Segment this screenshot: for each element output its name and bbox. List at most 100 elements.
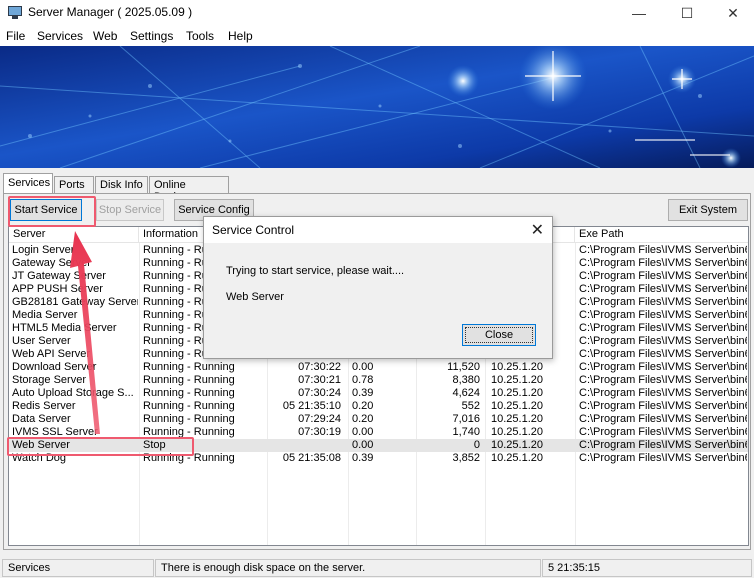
- cell-memory: 3,852: [452, 452, 480, 464]
- close-window-button[interactable]: ✕: [710, 0, 754, 26]
- cell-cpu: 0.00: [352, 439, 374, 451]
- cell-cpu: 0.20: [352, 413, 374, 425]
- cell-server: HTML5 Media Server: [12, 322, 117, 334]
- menu-bar: File Services Web Settings Tools Help: [0, 26, 754, 46]
- header-banner: [0, 46, 754, 168]
- web-server-row-highlight: [7, 437, 194, 456]
- cell-server: JT Gateway Server: [12, 270, 106, 282]
- menu-help[interactable]: Help: [228, 29, 253, 43]
- table-row[interactable]: Data Server Running - Running 07:29:24 0.20…: [9, 413, 748, 426]
- cell-information: Running - Running: [143, 374, 235, 386]
- cell-exe-path: C:\Program Files\IVMS Server\bin64: [579, 309, 747, 321]
- cell-exe-path: C:\Program Files\IVMS Server\bin64: [579, 439, 747, 451]
- status-section: Services: [2, 559, 154, 577]
- cell-ip: 10.25.1.20: [491, 426, 543, 438]
- exit-system-button[interactable]: Exit System: [668, 199, 748, 221]
- status-bar: Services There is enough disk space on t…: [0, 557, 754, 578]
- cell-cpu: 0.78: [352, 374, 374, 386]
- tab-services[interactable]: Services: [3, 173, 53, 194]
- cell-uptime: 07:30:24: [298, 387, 341, 399]
- cell-server: Storage Server: [12, 374, 86, 386]
- cell-server: GB28181 Gateway Server: [12, 296, 138, 308]
- status-time: 5 21:35:15: [542, 559, 752, 577]
- cell-ip: 10.25.1.20: [491, 439, 543, 451]
- window-title: Server Manager ( 2025.05.09 ): [28, 5, 193, 19]
- cell-exe-path: C:\Program Files\IVMS Server\bin64: [579, 361, 747, 373]
- cell-server: APP PUSH Server: [12, 283, 103, 295]
- cell-server: Web API Server: [12, 348, 91, 360]
- cell-ip: 10.25.1.20: [491, 452, 543, 464]
- dialog-close-button[interactable]: Close: [462, 324, 536, 346]
- cell-memory: 552: [461, 400, 480, 412]
- table-row[interactable]: Auto Upload Storage S... Running - Runnin…: [9, 387, 748, 400]
- start-button-highlight: [8, 196, 96, 227]
- cell-information: Running - Running: [143, 400, 235, 412]
- cell-exe-path: C:\Program Files\IVMS Server\bin64: [579, 257, 747, 269]
- tab-online-devices[interactable]: Online Devices: [149, 176, 229, 203]
- dialog-close-icon[interactable]: ✕: [531, 220, 544, 240]
- server-app-icon: [8, 6, 22, 19]
- cell-memory: 8,380: [452, 374, 480, 386]
- cell-server: Gateway Server: [12, 257, 91, 269]
- cell-information: Running - Running: [143, 413, 235, 425]
- cell-ip: 10.25.1.20: [491, 413, 543, 425]
- table-row[interactable]: Redis Server Running - Running 05 21:35:10…: [9, 400, 748, 413]
- table-row[interactable]: Storage Server Running - Running 07:30:21 0…: [9, 374, 748, 387]
- cell-ip: 10.25.1.20: [491, 400, 543, 412]
- network-banner-image: [0, 46, 754, 168]
- tab-strip: Services Ports Disk Info Online Devices: [0, 172, 754, 203]
- cell-server: Data Server: [12, 413, 71, 425]
- cell-exe-path: C:\Program Files\IVMS Server\bin64: [579, 426, 747, 438]
- cell-server: Media Server: [12, 309, 78, 321]
- cell-uptime: 07:29:24: [298, 413, 341, 425]
- cell-information: Running - Running: [143, 387, 235, 399]
- cell-cpu: 0.39: [352, 387, 374, 399]
- cell-memory: 0: [473, 439, 480, 451]
- cell-cpu: 0.39: [352, 452, 374, 464]
- cell-uptime: 07:30:19: [298, 426, 341, 438]
- column-header-exe-path[interactable]: Exe Path: [575, 227, 748, 243]
- cell-exe-path: C:\Program Files\IVMS Server\bin64: [579, 413, 747, 425]
- maximize-button[interactable]: ☐: [664, 0, 710, 26]
- status-message: There is enough disk space on the server…: [155, 559, 541, 577]
- menu-settings[interactable]: Settings: [130, 29, 173, 43]
- cell-ip: 10.25.1.20: [491, 387, 543, 399]
- tab-ports[interactable]: Ports: [54, 176, 94, 194]
- cell-cpu: 0.00: [352, 426, 374, 438]
- tab-disk-info[interactable]: Disk Info: [95, 176, 148, 194]
- cell-uptime: 07:30:21: [298, 374, 341, 386]
- cell-cpu: 0.20: [352, 400, 374, 412]
- dialog-message: Trying to start service, please wait....: [226, 265, 405, 277]
- dialog-server-name: Web Server: [226, 291, 284, 303]
- cell-memory: 11,520: [447, 361, 480, 373]
- menu-web[interactable]: Web: [93, 29, 117, 43]
- cell-server: Login Server: [12, 244, 75, 256]
- cell-memory: 1,740: [452, 426, 480, 438]
- cell-memory: 4,624: [452, 387, 480, 399]
- cell-exe-path: C:\Program Files\IVMS Server\bin64: [579, 374, 747, 386]
- stop-service-button[interactable]: Stop Service: [96, 199, 164, 221]
- cell-exe-path: C:\Program Files\IVMS Server\bin64: [579, 244, 747, 256]
- cell-uptime: 05 21:35:10: [282, 400, 341, 412]
- service-control-dialog: Service Control ✕ Trying to start servic…: [203, 216, 553, 359]
- cell-exe-path: C:\Program Files\IVMS Server\bin64: [579, 387, 747, 399]
- cell-server: Auto Upload Storage S...: [12, 387, 134, 399]
- cell-exe-path: C:\Program Files\IVMS Server\bin64: [579, 452, 747, 464]
- menu-tools[interactable]: Tools: [186, 29, 214, 43]
- cell-cpu: 0.00: [352, 361, 374, 373]
- cell-exe-path: C:\Program Files\IVMS Server\bin64: [579, 270, 747, 282]
- cell-ip: 10.25.1.20: [491, 374, 543, 386]
- column-header-server[interactable]: Server: [9, 227, 139, 243]
- cell-exe-path: C:\Program Files\IVMS Server\bin64: [579, 348, 747, 360]
- table-row[interactable]: Download Server Running - Running 07:30:22…: [9, 361, 748, 374]
- minimize-button[interactable]: —: [616, 0, 662, 26]
- cell-exe-path: C:\Program Files\IVMS Server\bin64: [579, 296, 747, 308]
- cell-exe-path: C:\Program Files\IVMS Server\bin64: [579, 335, 747, 347]
- menu-file[interactable]: File: [6, 29, 25, 43]
- menu-services[interactable]: Services: [37, 29, 83, 43]
- cell-uptime: 05 21:35:08: [282, 452, 341, 464]
- cell-exe-path: C:\Program Files\IVMS Server\bin64: [579, 322, 747, 334]
- cell-memory: 7,016: [452, 413, 480, 425]
- cell-ip: 10.25.1.20: [491, 361, 543, 373]
- cell-exe-path: C:\Program Files\IVMS Server\bin64: [579, 400, 747, 412]
